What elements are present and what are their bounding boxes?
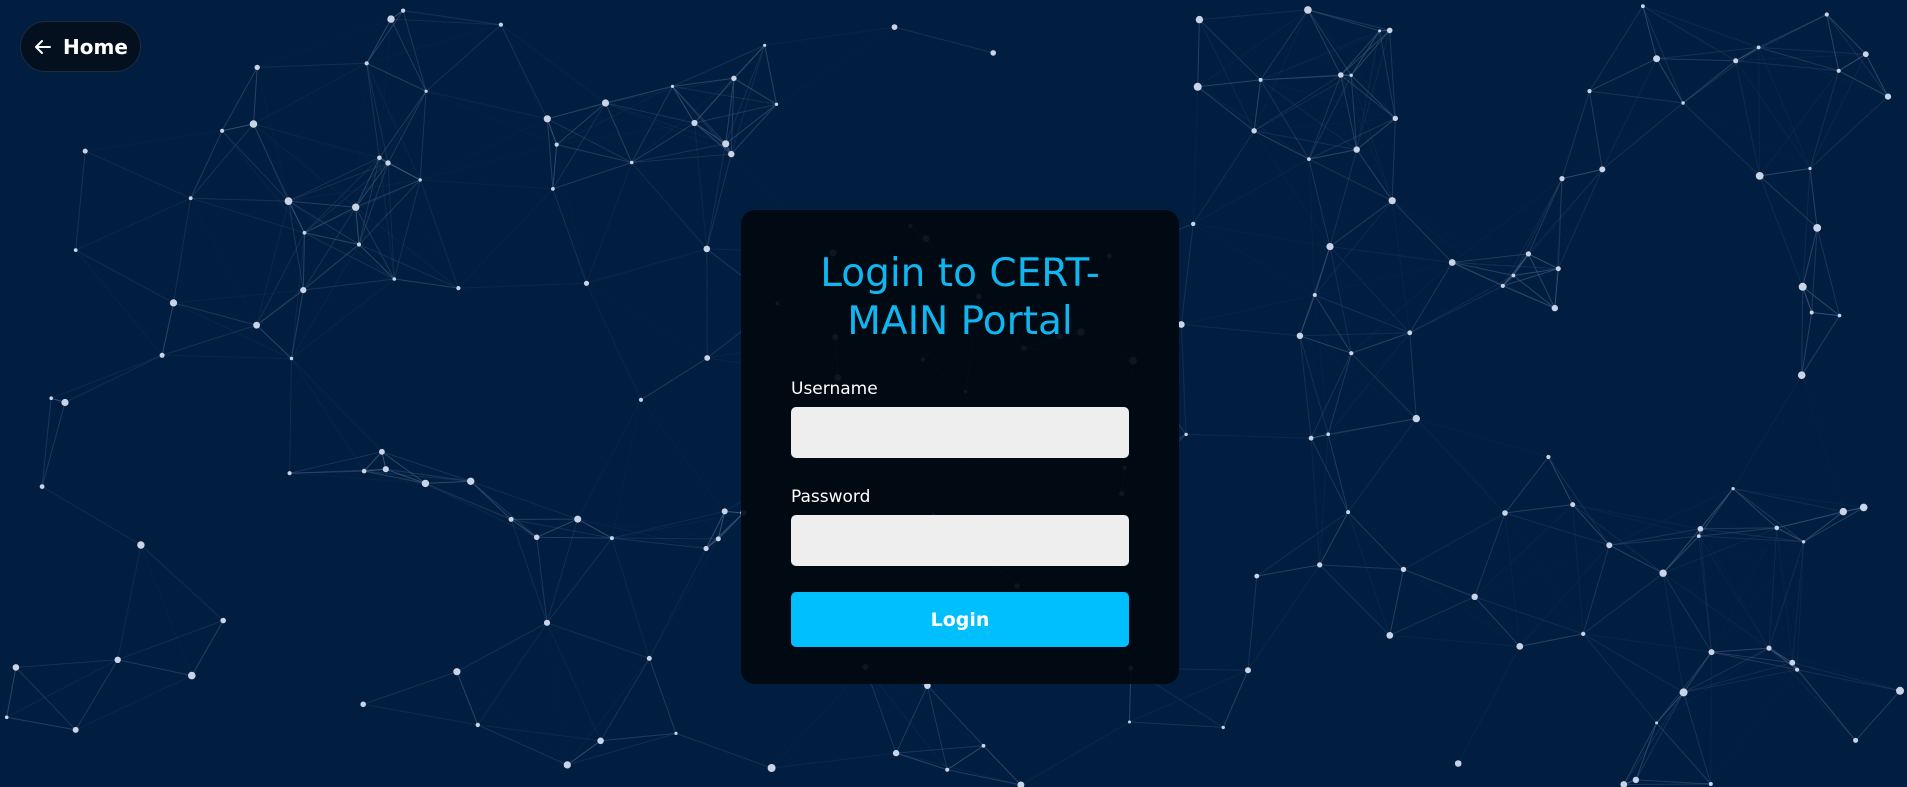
login-title: Login to CERT-MAIN Portal [820, 251, 1100, 344]
password-group: Password [791, 487, 1129, 566]
arrow-left-icon [33, 37, 53, 57]
username-label: Username [791, 379, 878, 399]
login-card: Login to CERT-MAIN Portal Username Passw… [741, 210, 1179, 684]
home-label: Home [63, 34, 128, 59]
username-input[interactable] [791, 407, 1129, 458]
login-button[interactable]: Login [791, 592, 1129, 647]
username-group: Username [791, 379, 1129, 458]
password-label: Password [791, 487, 871, 507]
home-button[interactable]: Home [20, 21, 141, 72]
password-input[interactable] [791, 515, 1129, 566]
